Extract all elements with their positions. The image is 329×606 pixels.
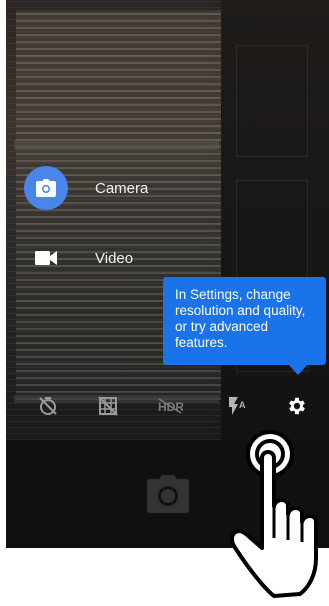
grid-off-icon[interactable]	[96, 394, 120, 418]
tap-hand-icon	[218, 428, 329, 601]
camera-viewfinder[interactable]	[6, 0, 329, 440]
svg-text:A: A	[239, 400, 246, 410]
settings-tooltip-text: In Settings, change resolution and quali…	[175, 287, 306, 350]
mode-video-label: Video	[95, 249, 134, 267]
hdr-off-icon[interactable]: HDR	[156, 394, 184, 418]
mode-camera-label: Camera	[95, 179, 149, 197]
mode-camera[interactable]: Camera	[24, 160, 244, 216]
settings-toolbar: HDR A	[6, 388, 329, 424]
viewfinder-window-frame	[14, 140, 219, 150]
camera-icon	[24, 166, 68, 210]
viewfinder-door	[221, 0, 329, 440]
gear-icon[interactable]	[285, 394, 309, 418]
video-camera-icon	[24, 236, 68, 280]
settings-tooltip-arrow	[288, 364, 308, 375]
camera-shutter-icon[interactable]	[146, 474, 190, 514]
flash-auto-icon[interactable]: A	[226, 394, 250, 418]
timer-off-icon[interactable]	[36, 394, 60, 418]
settings-tooltip: In Settings, change resolution and quali…	[163, 277, 326, 365]
